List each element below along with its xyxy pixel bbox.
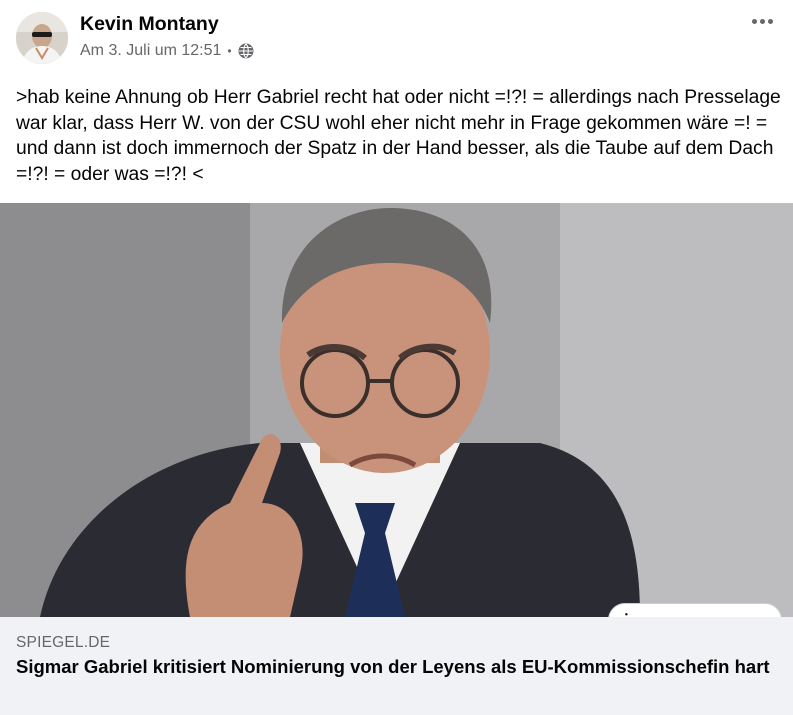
more-horizontal-icon-dot bbox=[767, 18, 773, 24]
link-preview[interactable]: i SPIEGEL.DE Sigmar Gabriel kritisiert N… bbox=[0, 203, 793, 715]
link-title[interactable]: Sigmar Gabriel kritisiert Nominierung vo… bbox=[16, 655, 786, 678]
more-options-button[interactable] bbox=[745, 8, 779, 34]
avatar-photo bbox=[16, 12, 68, 64]
more-horizontal-icon-dot bbox=[759, 18, 765, 24]
post-text: >hab keine Ahnung ob Herr Gabriel recht … bbox=[16, 87, 781, 185]
link-domain: SPIEGEL.DE bbox=[16, 634, 111, 651]
post-meta: Am 3. Juli um 12:51 • bbox=[80, 40, 254, 62]
author-name[interactable]: Kevin Montany bbox=[80, 12, 219, 36]
author-avatar[interactable] bbox=[16, 12, 68, 64]
more-horizontal-icon bbox=[751, 18, 757, 24]
link-caption[interactable]: SPIEGEL.DE Sigmar Gabriel kritisiert Nom… bbox=[0, 617, 793, 715]
article-photo[interactable] bbox=[0, 203, 793, 617]
post-timestamp[interactable]: Am 3. Juli um 12:51 bbox=[80, 42, 221, 60]
meta-separator: • bbox=[227, 44, 232, 58]
facebook-post: Kevin Montany Am 3. Juli um 12:51 • >hab… bbox=[0, 0, 793, 715]
globe-icon[interactable] bbox=[238, 43, 254, 59]
